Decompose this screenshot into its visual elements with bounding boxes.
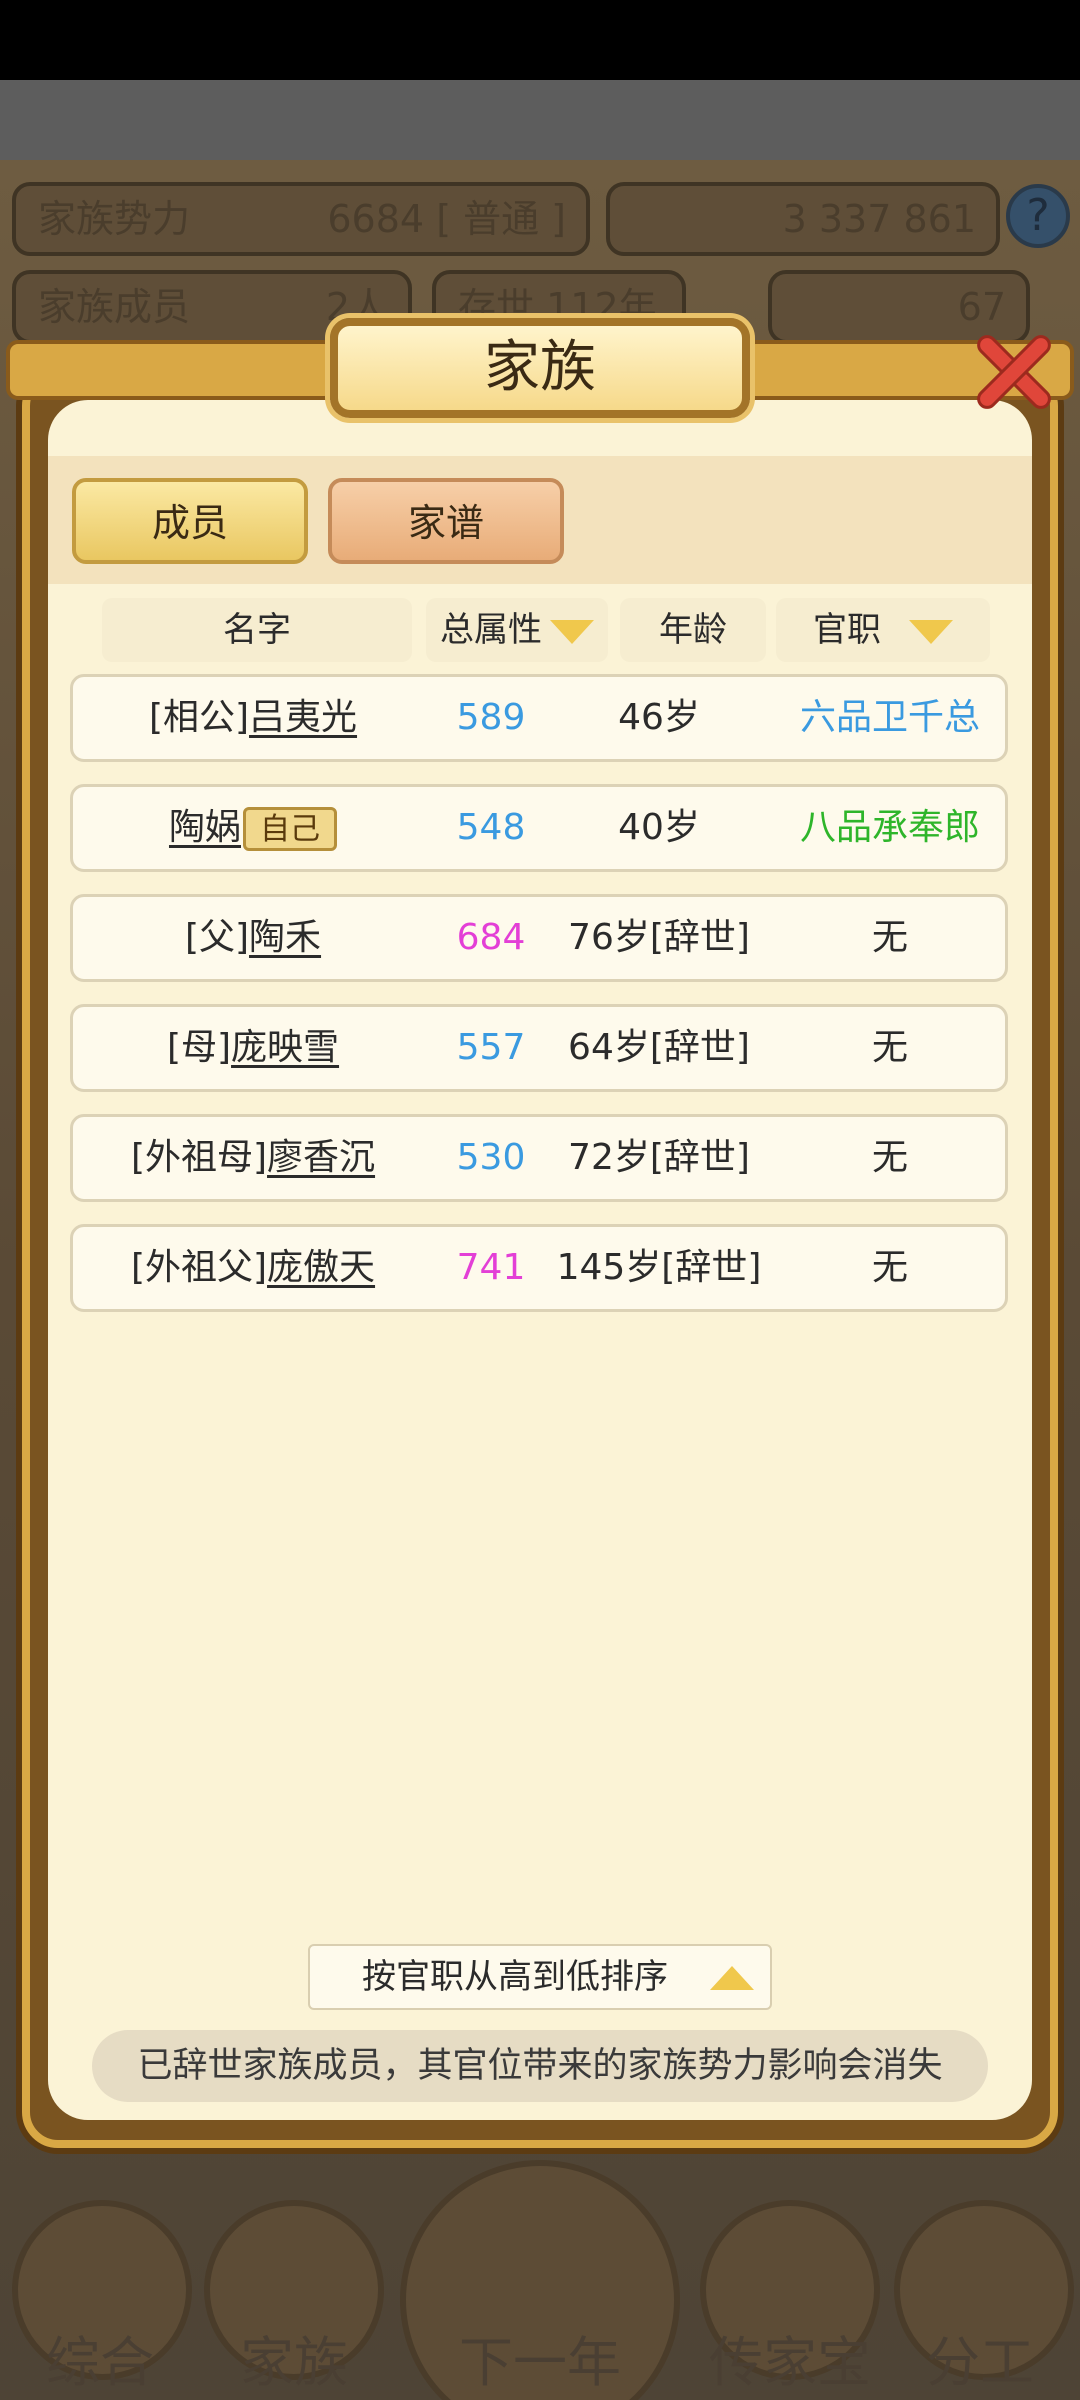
table-row[interactable]: [父]陶禾 684 76岁[辞世] 无 [70,894,1008,982]
table-row[interactable]: 陶娲 自己 548 40岁 八品承奉郎 [70,784,1008,872]
nav-label-heirloom[interactable]: 传家宝 [690,2318,890,2397]
family-power-label: 家族势力 [38,197,191,241]
resources-box: 3 337 861 [606,182,1000,256]
relation-prefix: [父] [184,917,250,958]
help-icon[interactable]: ? [1006,184,1070,248]
table-row[interactable]: [相公]吕夷光 589 46岁 六品卫千总 [70,674,1008,762]
relation-prefix: [外祖父] [130,1247,268,1288]
title-wing-left [6,340,336,400]
member-title: 六品卫千总 [799,697,980,738]
sort-button-label: 按官职从高到低排序 [362,1957,668,1997]
member-name[interactable]: [外祖母]廖香沉 [73,1117,433,1199]
member-title: 无 [871,1137,908,1178]
nav-label-next-year[interactable]: 下一年 [440,2318,640,2397]
member-name-text[interactable]: 廖香沉 [267,1137,375,1178]
member-age: 46岁 [618,697,700,738]
member-name-text[interactable]: 庞映雪 [231,1027,339,1068]
relation-prefix: [外祖母] [130,1137,268,1178]
sort-up-icon [710,1966,754,1990]
member-name[interactable]: 陶娲 自己 [73,787,433,869]
member-attr: 530 [456,1137,526,1178]
sort-down-icon [550,619,594,644]
member-name-text[interactable]: 陶娲 [169,807,241,848]
resources-value: 3 337 861 [782,197,976,241]
column-header-title[interactable]: 官职 [776,598,990,662]
member-attr: 557 [456,1027,526,1068]
member-age: 76岁[辞世] [568,917,750,958]
column-header-title-label: 官职 [813,610,881,650]
member-name[interactable]: [外祖父]庞傲天 [73,1227,433,1309]
notice-banner: 已辞世家族成员，其官位带来的家族势力影响会消失 [92,2030,988,2102]
member-name[interactable]: [母]庞映雪 [73,1007,433,1089]
tab-genealogy[interactable]: 家谱 [328,478,564,564]
member-age: 72岁[辞世] [568,1137,750,1178]
members-label: 家族成员 [38,285,191,329]
close-icon[interactable] [956,318,1066,428]
nav-label-general[interactable]: 综合 [0,2318,200,2397]
table-row[interactable]: [外祖母]廖香沉 530 72岁[辞世] 无 [70,1114,1008,1202]
top-bar [0,80,1080,160]
status-bar [0,0,1080,80]
modal-title: 家族 [330,318,750,418]
family-power-box: 家族势力 6684 [ 普通 ] [12,182,590,256]
member-name[interactable]: [相公]吕夷光 [73,677,433,759]
column-header-age-label: 年龄 [659,610,727,650]
member-title: 无 [871,1247,908,1288]
sort-down-icon [909,619,953,644]
column-header-name-label: 名字 [223,610,291,650]
member-age: 40岁 [618,807,700,848]
member-name-text[interactable]: 陶禾 [249,917,321,958]
member-name-text[interactable]: 庞傲天 [267,1247,375,1288]
member-title: 无 [871,1027,908,1068]
family-power-value: 6684 [ 普通 ] [327,197,566,241]
column-header-age[interactable]: 年龄 [620,598,766,662]
column-header-name[interactable]: 名字 [102,598,412,662]
sort-by-title-button[interactable]: 按官职从高到低排序 [308,1944,772,2010]
member-title: 八品承奉郎 [799,807,980,848]
member-title: 无 [871,917,908,958]
member-age: 145岁[辞世] [556,1247,762,1288]
table-row[interactable]: [外祖父]庞傲天 741 145岁[辞世] 无 [70,1224,1008,1312]
nav-label-division[interactable]: 分工 [880,2318,1080,2397]
self-badge: 自己 [243,807,337,851]
nav-label-family[interactable]: 家族 [194,2318,394,2397]
member-attr: 684 [456,917,526,958]
member-age: 64岁[辞世] [568,1027,750,1068]
member-attr: 548 [456,807,526,848]
member-name[interactable]: [父]陶禾 [73,897,433,979]
member-name-text[interactable]: 吕夷光 [249,697,357,738]
column-header-attr[interactable]: 总属性 [426,598,608,662]
column-header-attr-label: 总属性 [440,610,542,650]
relation-prefix: [母] [166,1027,232,1068]
member-attr: 741 [456,1247,526,1288]
tab-members[interactable]: 成员 [72,478,308,564]
table-row[interactable]: [母]庞映雪 557 64岁[辞世] 无 [70,1004,1008,1092]
relation-prefix: [相公] [148,697,250,738]
member-attr: 589 [456,697,526,738]
